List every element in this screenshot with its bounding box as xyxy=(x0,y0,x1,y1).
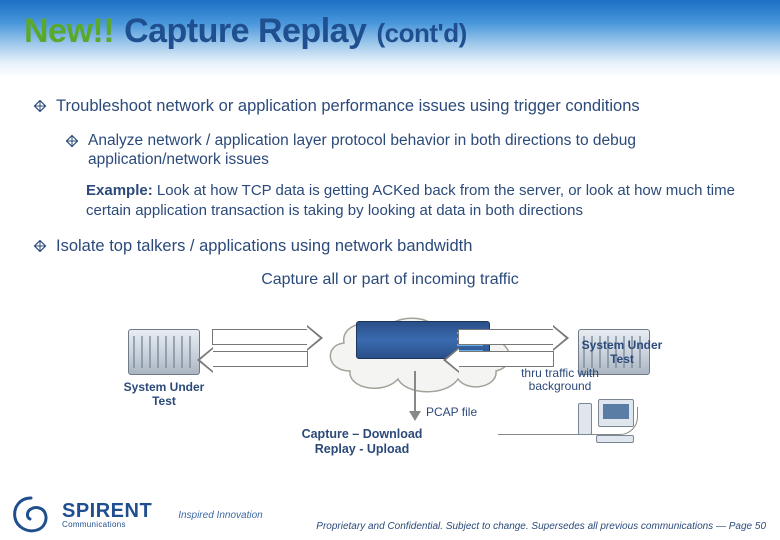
system-under-test-left-icon xyxy=(128,329,200,375)
computer-icon xyxy=(578,399,634,443)
content-area: Troubleshoot network or application perf… xyxy=(0,78,780,455)
brand-sub: Communications xyxy=(62,521,152,529)
example-block: Example: Look at how TCP data is getting… xyxy=(86,181,746,220)
arrow-right-icon xyxy=(212,329,308,345)
bullet-level1: Troubleshoot network or application perf… xyxy=(34,96,746,117)
swirl-icon xyxy=(10,494,52,536)
title-new-tag: New!! xyxy=(24,12,114,51)
brand-name: SPIRENT xyxy=(62,501,152,521)
capture-replay-line2: Replay - Upload xyxy=(315,442,409,456)
example-text: Look at how TCP data is getting ACKed ba… xyxy=(86,182,735,219)
diamond-bullet-icon xyxy=(34,100,46,112)
arrows-left xyxy=(212,329,308,373)
title-main: Capture Replay xyxy=(124,12,366,51)
thru-traffic-label: thru traffic with background xyxy=(506,367,614,393)
arrow-left-icon xyxy=(458,351,554,367)
bullet-level2: Analyze network / application layer prot… xyxy=(66,131,746,170)
brand-logo: SPIRENT Communications Inspired Innovati… xyxy=(10,494,263,536)
down-arrow-icon xyxy=(414,371,416,413)
slide-title: New!! Capture Replay (cont'd) xyxy=(24,12,467,51)
bullet-text: Troubleshoot network or application perf… xyxy=(56,96,640,117)
diamond-bullet-icon xyxy=(34,240,46,252)
title-contd: (cont'd) xyxy=(376,18,466,49)
bullet-text: Analyze network / application layer prot… xyxy=(88,131,746,170)
brand-tagline: Inspired Innovation xyxy=(178,510,263,521)
capture-replay-line1: Capture – Download xyxy=(302,427,423,441)
header-band: New!! Capture Replay (cont'd) xyxy=(0,0,780,78)
footer-legal: Proprietary and Confidential. Subject to… xyxy=(316,521,766,532)
sut-right-label: System Under Test xyxy=(580,339,664,367)
example-label: Example: xyxy=(86,182,153,199)
arrow-right-icon xyxy=(458,329,554,345)
capture-replay-label: Capture – Download Replay - Upload xyxy=(282,427,442,457)
pcap-label: PCAP file xyxy=(426,405,477,419)
diamond-bullet-icon xyxy=(66,135,78,147)
bullet-text: Isolate top talkers / applications using… xyxy=(56,236,472,257)
arrow-left-icon xyxy=(212,351,308,367)
diagram: System Under Test System Under Test thru… xyxy=(34,295,746,455)
brand-text: SPIRENT Communications xyxy=(62,501,152,529)
diagram-caption: Capture all or part of incoming traffic xyxy=(34,271,746,289)
sut-left-label: System Under Test xyxy=(118,381,210,409)
footer: SPIRENT Communications Inspired Innovati… xyxy=(0,482,780,540)
bullet-level1: Isolate top talkers / applications using… xyxy=(34,236,746,257)
